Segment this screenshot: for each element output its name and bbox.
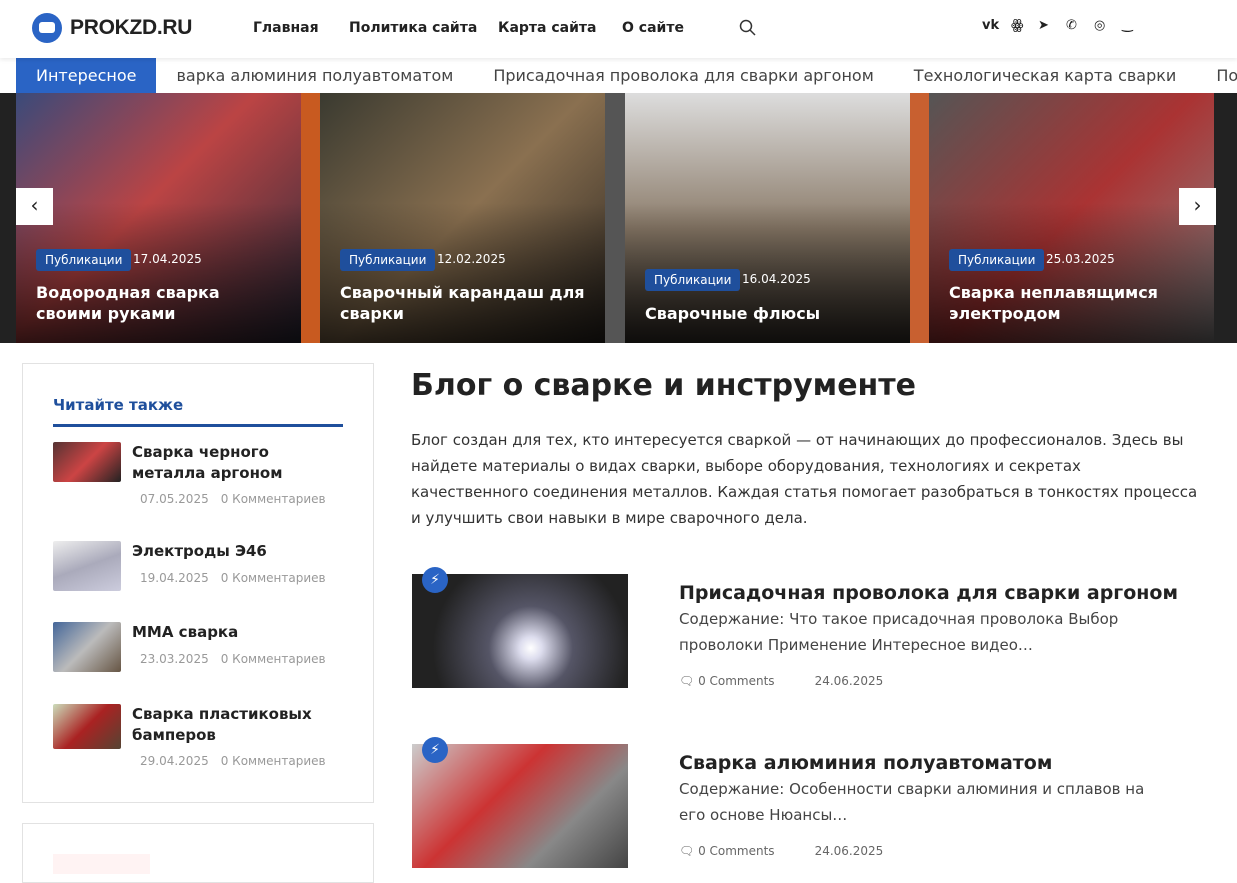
welding-mask-icon [32,13,62,43]
sidebar-item-title[interactable]: Сварка пластиковых бамперов [132,704,342,746]
post-thumbnail[interactable] [412,744,628,868]
nav-about[interactable]: О сайте [622,20,684,36]
sidebar-title: Читайте также [53,396,184,414]
telegram-icon[interactable]: ➤ [1038,18,1049,33]
ticker-item[interactable]: Присадочная проволока для сварки аргоном [493,58,873,93]
post-thumbnail[interactable] [412,574,628,688]
post-item: ⚡ Сварка алюминия полуавтоматом Содержан… [412,737,1212,868]
slide-date: 17.04.2025 [133,252,202,266]
sidebar-item-meta: 19.04.2025 0 Комментариев [140,571,326,585]
site-header: PROKZD.RU Главная Политика сайта Карта с… [0,0,1237,58]
post-thumbnail[interactable] [53,541,121,591]
sidebar-item-meta: 23.03.2025 0 Комментариев [140,652,326,666]
post-excerpt: Содержание: Что такое присадочная провол… [679,610,1119,654]
slider-prev-button[interactable]: ‹ [16,188,53,225]
slide-date: 12.02.2025 [437,252,506,266]
ticker-item[interactable]: варка алюминия полуавтоматом [176,58,453,93]
sidebar-item-meta: 29.04.2025 0 Комментариев [140,754,326,768]
sidebar-item-title[interactable]: ММА сварка [132,622,342,643]
sidebar-item-meta: 07.05.2025 0 Комментариев [140,492,326,506]
ticker-item[interactable]: Технологическая карта сварки [914,58,1177,93]
ok-icon[interactable]: ꙮ [1011,18,1024,33]
featured-slider: Публикации 17.04.2025 Водородная сварка … [0,93,1237,343]
post-meta: 🗨 0 Comments 24.06.2025 [679,674,884,688]
lightning-icon: ⚡ [422,737,448,763]
sidebar-item-title[interactable]: Электроды Э46 [132,541,342,562]
page-title: Блог о сварке и инструменте [411,368,917,403]
category-badge[interactable]: Публикации [645,269,741,291]
category-badge[interactable]: Публикации [340,249,436,271]
comment-icon: 🗨 0 Comments [679,674,775,688]
post-thumbnail[interactable] [53,442,121,482]
slider-next-button[interactable]: › [1179,188,1216,225]
slide-title[interactable]: Сварочный карандаш для сварки [340,282,590,324]
slide-card[interactable]: Публикации 25.03.2025 Сварка неплавящимс… [929,93,1214,343]
sidebar-widget [22,823,374,883]
nav-home[interactable]: Главная [253,20,319,36]
post-item: ⚡ Присадочная проволока для сварки аргон… [412,567,1212,694]
search-icon[interactable] [739,19,757,37]
slide-title[interactable]: Сварка неплавящимся электродом [949,282,1199,324]
post-excerpt: Содержание: Особенности сварки алюминия … [679,780,1145,824]
whatsapp-icon[interactable]: ◎ [1094,18,1105,33]
comment-icon: 🗨 0 Comments [679,844,775,858]
slide-card[interactable]: Публикации 12.02.2025 Сварочный карандаш… [320,93,605,343]
post-thumbnail[interactable] [53,704,121,749]
slide-date: 16.04.2025 [742,272,811,286]
sidebar-read-also: Читайте также Сварка черного металла арг… [22,363,374,803]
slide-date: 25.03.2025 [1046,252,1115,266]
slide-title[interactable]: Водородная сварка своими руками [36,282,286,324]
ticker-item[interactable]: Полуавтоматичес [1216,58,1237,93]
logo-text: PROKZD.RU [70,16,193,39]
category-badge[interactable]: Публикации [36,249,132,271]
lightning-icon: ⚡ [422,567,448,593]
viber-icon[interactable]: ✆ [1066,18,1077,33]
post-meta: 🗨 0 Comments 24.06.2025 [679,844,884,858]
site-logo[interactable]: PROKZD.RU [32,13,192,43]
nav-sitemap[interactable]: Карта сайта [498,20,596,36]
post-title[interactable]: Сварка алюминия полуавтоматом [679,752,1052,774]
ticker-label: Интересное [16,58,157,93]
category-badge[interactable]: Публикации [949,249,1045,271]
post-thumbnail[interactable] [53,622,121,672]
post-title[interactable]: Присадочная проволока для сварки аргоном [679,582,1178,604]
slide-card[interactable]: Публикации 17.04.2025 Водородная сварка … [16,93,301,343]
slide-card[interactable]: Публикации 16.04.2025 Сварочные флюсы [625,93,910,343]
max-icon[interactable]: ‿ [1122,18,1133,33]
slide-title[interactable]: Сварочные флюсы [645,303,895,324]
news-ticker: Интересное варка алюминия полуавтоматом Пр… [16,58,1237,93]
intro-text: Блог создан для тех, кто интересуется св… [411,431,1198,527]
nav-policy[interactable]: Политика сайта [349,20,477,36]
sidebar-item-title[interactable]: Сварка черного металла аргоном [132,442,342,484]
vk-icon[interactable]: vk [982,18,999,33]
